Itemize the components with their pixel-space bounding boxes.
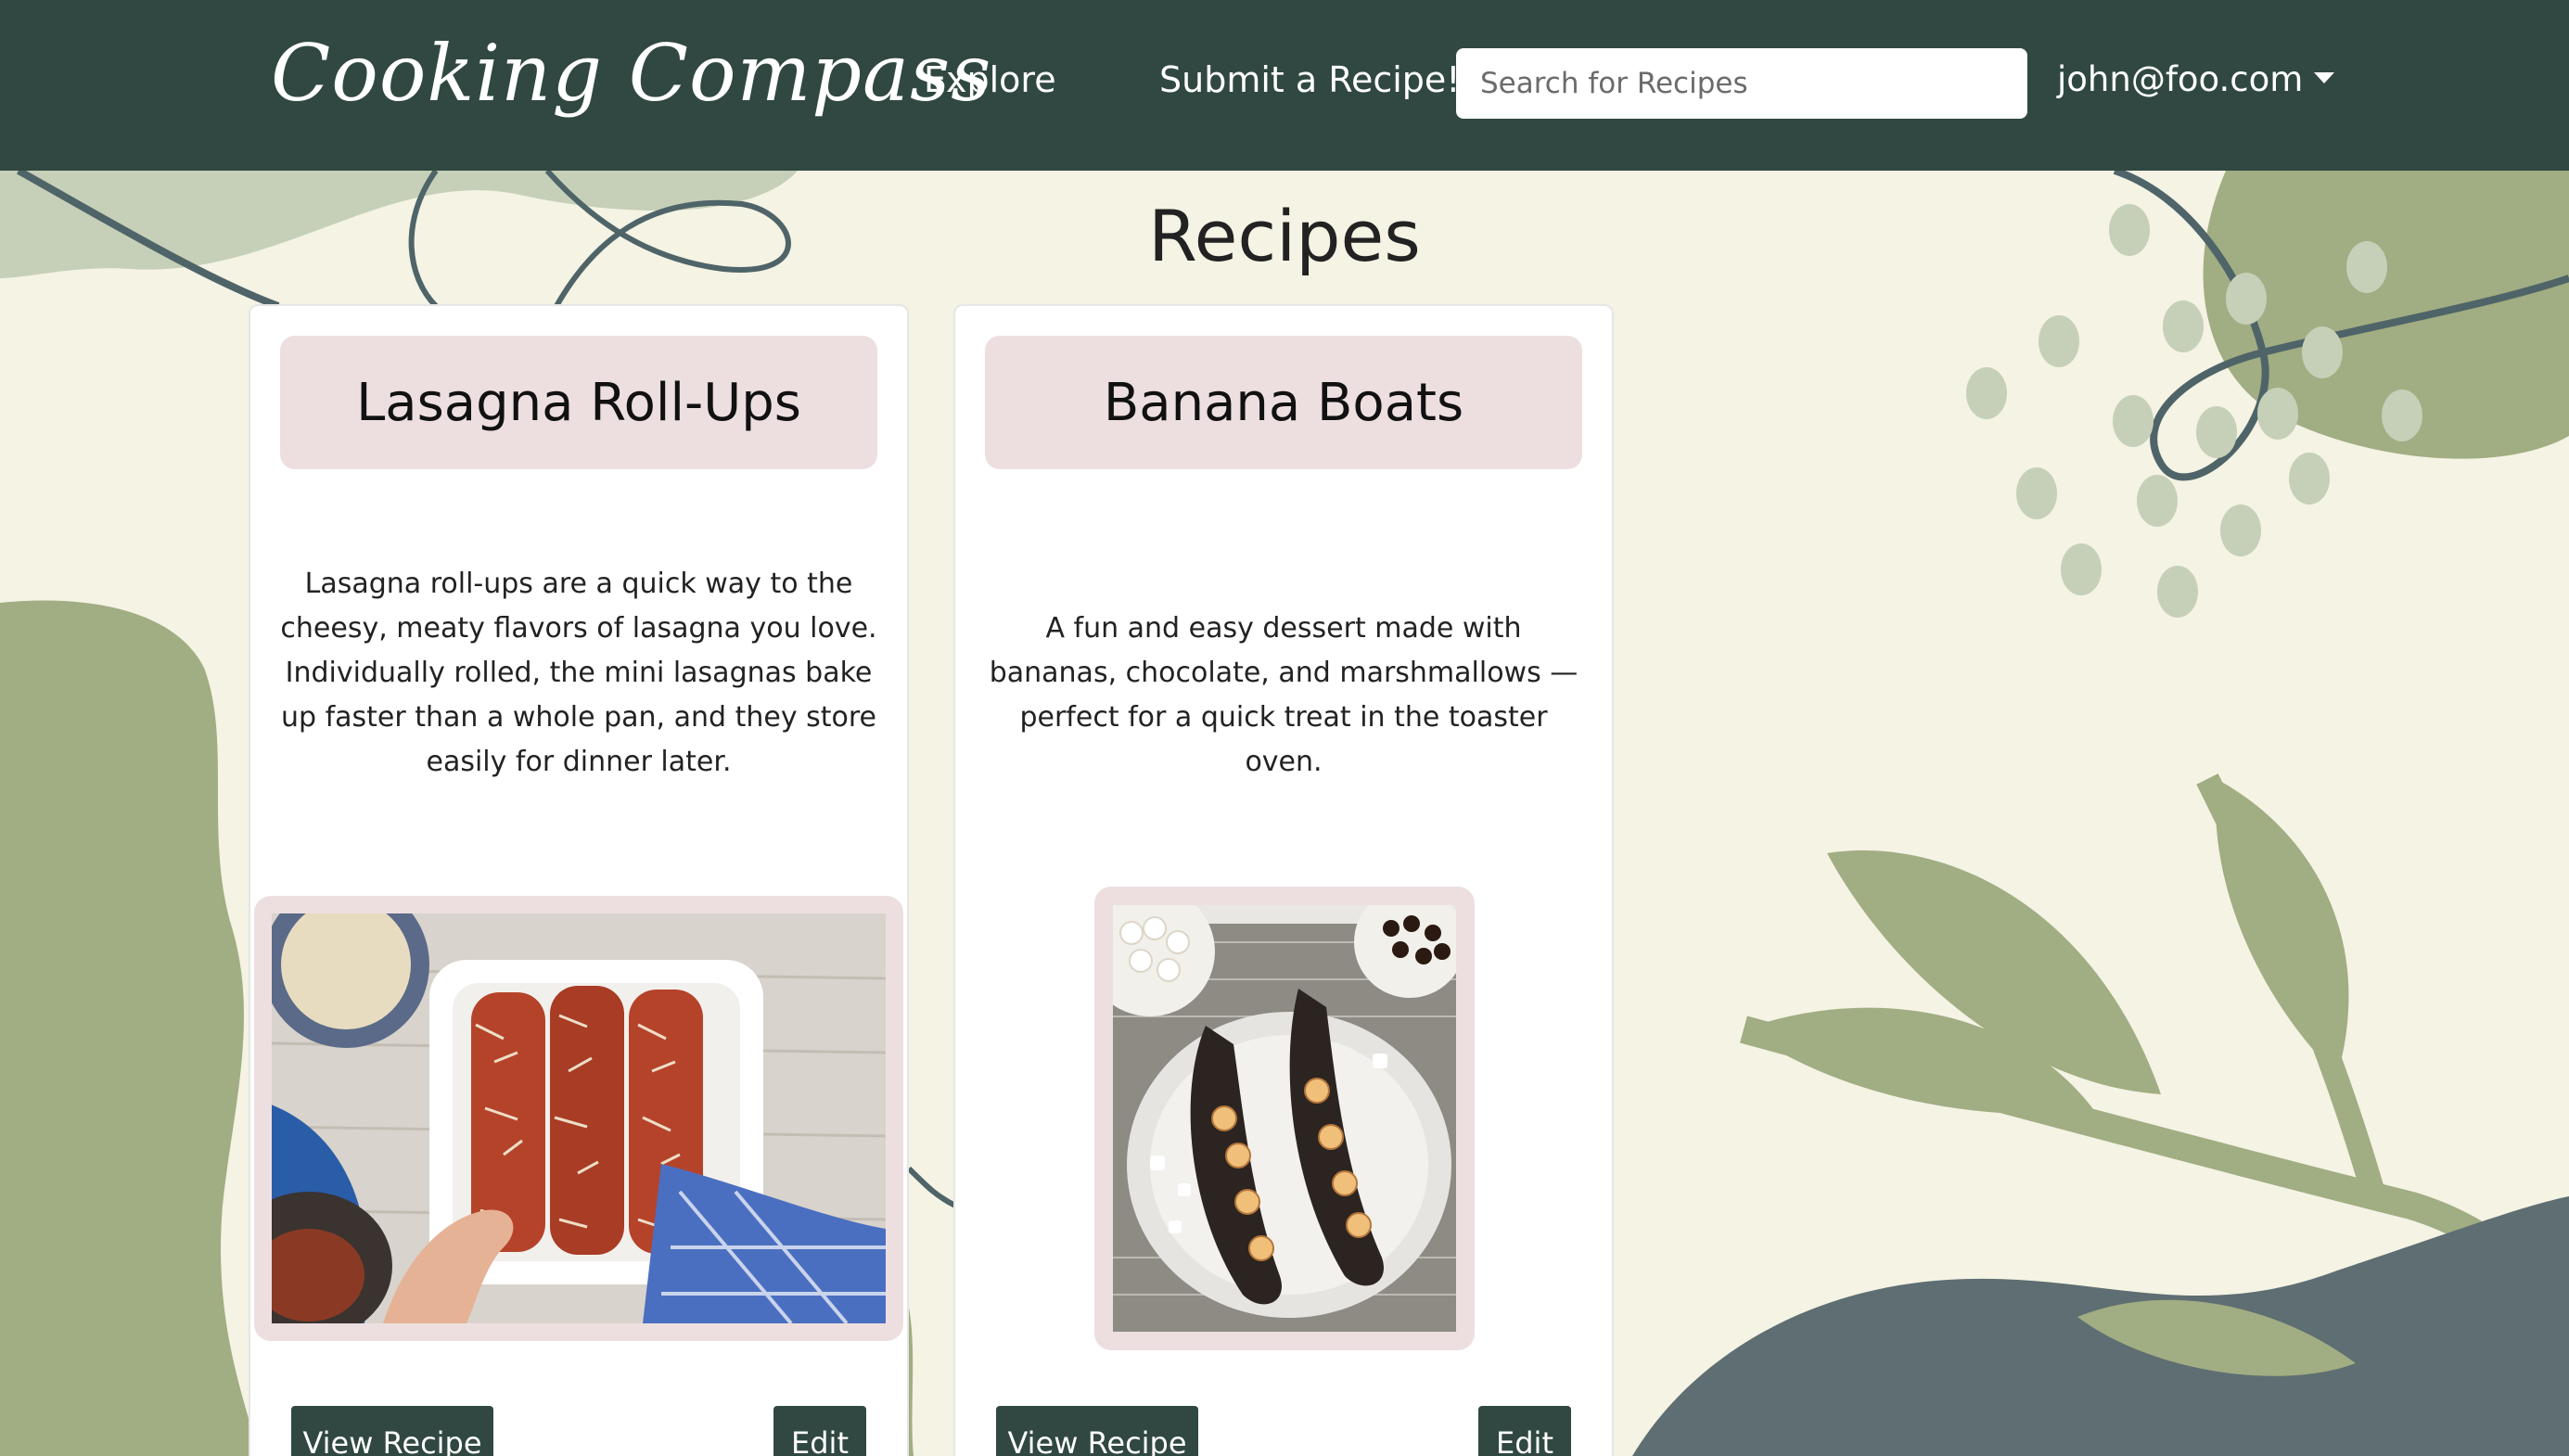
recipe-description: Lasagna roll-ups are a quick way to the … bbox=[280, 568, 877, 778]
page-title: Recipes bbox=[1148, 195, 1421, 277]
nav-submit-recipe-link[interactable]: Submit a Recipe! bbox=[1159, 59, 1461, 100]
nav-explore-link[interactable]: Explore bbox=[924, 59, 1056, 100]
recipe-card: Lasagna Roll-Ups Lasagna roll-ups are a … bbox=[249, 304, 909, 1456]
view-recipe-button[interactable]: View Recipe bbox=[291, 1406, 493, 1456]
caret-down-icon bbox=[2314, 71, 2335, 83]
view-recipe-button[interactable]: View Recipe bbox=[996, 1406, 1198, 1456]
top-navbar: Cooking Compass Explore Submit a Recipe!… bbox=[0, 0, 2569, 171]
search-input[interactable] bbox=[1456, 48, 2027, 119]
recipe-title-box: Lasagna Roll-Ups bbox=[280, 336, 877, 469]
recipe-description: A fun and easy dessert made with bananas… bbox=[989, 612, 1578, 778]
recipe-card: Banana Boats A fun and easy dessert made… bbox=[953, 304, 1614, 1456]
edit-recipe-button[interactable]: Edit bbox=[1478, 1406, 1571, 1456]
user-menu-dropdown[interactable]: john@foo.com bbox=[2057, 59, 2335, 99]
edit-recipe-button[interactable]: Edit bbox=[773, 1406, 866, 1456]
recipe-title-box: Banana Boats bbox=[985, 336, 1582, 469]
recipe-title: Lasagna Roll-Ups bbox=[356, 372, 801, 433]
brand-logo[interactable]: Cooking Compass bbox=[271, 28, 991, 119]
recipe-image-banana-boats bbox=[1094, 887, 1475, 1350]
recipe-image-lasagna bbox=[254, 896, 903, 1341]
user-email: john@foo.com bbox=[2057, 59, 2304, 99]
recipe-title: Banana Boats bbox=[1103, 372, 1464, 433]
